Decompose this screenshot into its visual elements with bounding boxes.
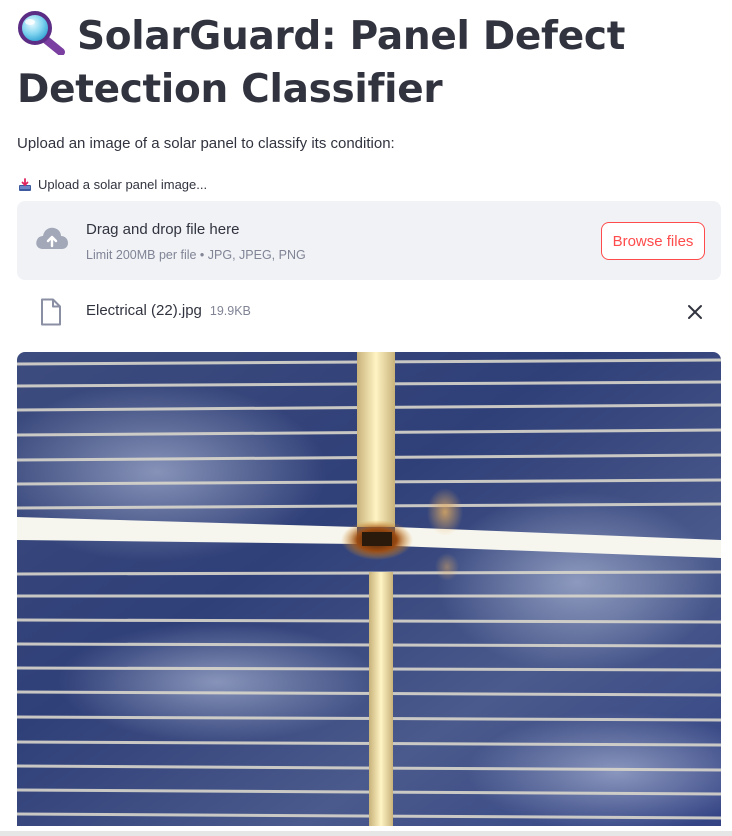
file-name-text: Electrical (22).jpg	[86, 302, 202, 319]
uploader-label: Upload a solar panel image...	[18, 177, 207, 192]
inbox-tray-icon	[19, 177, 31, 191]
dropzone-instruction: Drag and drop file here	[86, 221, 240, 238]
bottom-divider	[0, 831, 732, 836]
file-dropzone[interactable]: Drag and drop file here Limit 200MB per …	[17, 201, 721, 280]
app-page: SolarGuard: Panel Defect Detection Class…	[0, 0, 732, 836]
dropzone-limit-text: Limit 200MB per file • JPG, JPEG, PNG	[86, 248, 306, 262]
solar-panel-image	[17, 352, 721, 826]
uploader-label-text: Upload a solar panel image...	[38, 177, 208, 192]
browse-files-button[interactable]: Browse files	[601, 222, 705, 260]
uploaded-file-name: Electrical (22).jpg 19.9KB	[86, 302, 251, 319]
uploaded-image-preview	[17, 352, 721, 826]
page-title: SolarGuard: Panel Defect Detection Class…	[17, 10, 707, 116]
magnifying-glass-icon	[18, 11, 65, 55]
intro-text: Upload an image of a solar panel to clas…	[17, 135, 395, 152]
title-line-2: Detection Classifier	[17, 67, 443, 112]
cloud-upload-icon	[36, 227, 68, 249]
title-line-1: SolarGuard: Panel Defect	[77, 14, 626, 59]
file-icon	[41, 298, 61, 326]
remove-file-close-icon[interactable]	[685, 302, 705, 322]
file-size-text: 19.9KB	[209, 304, 251, 318]
uploaded-file-row: Electrical (22).jpg 19.9KB	[17, 292, 721, 332]
